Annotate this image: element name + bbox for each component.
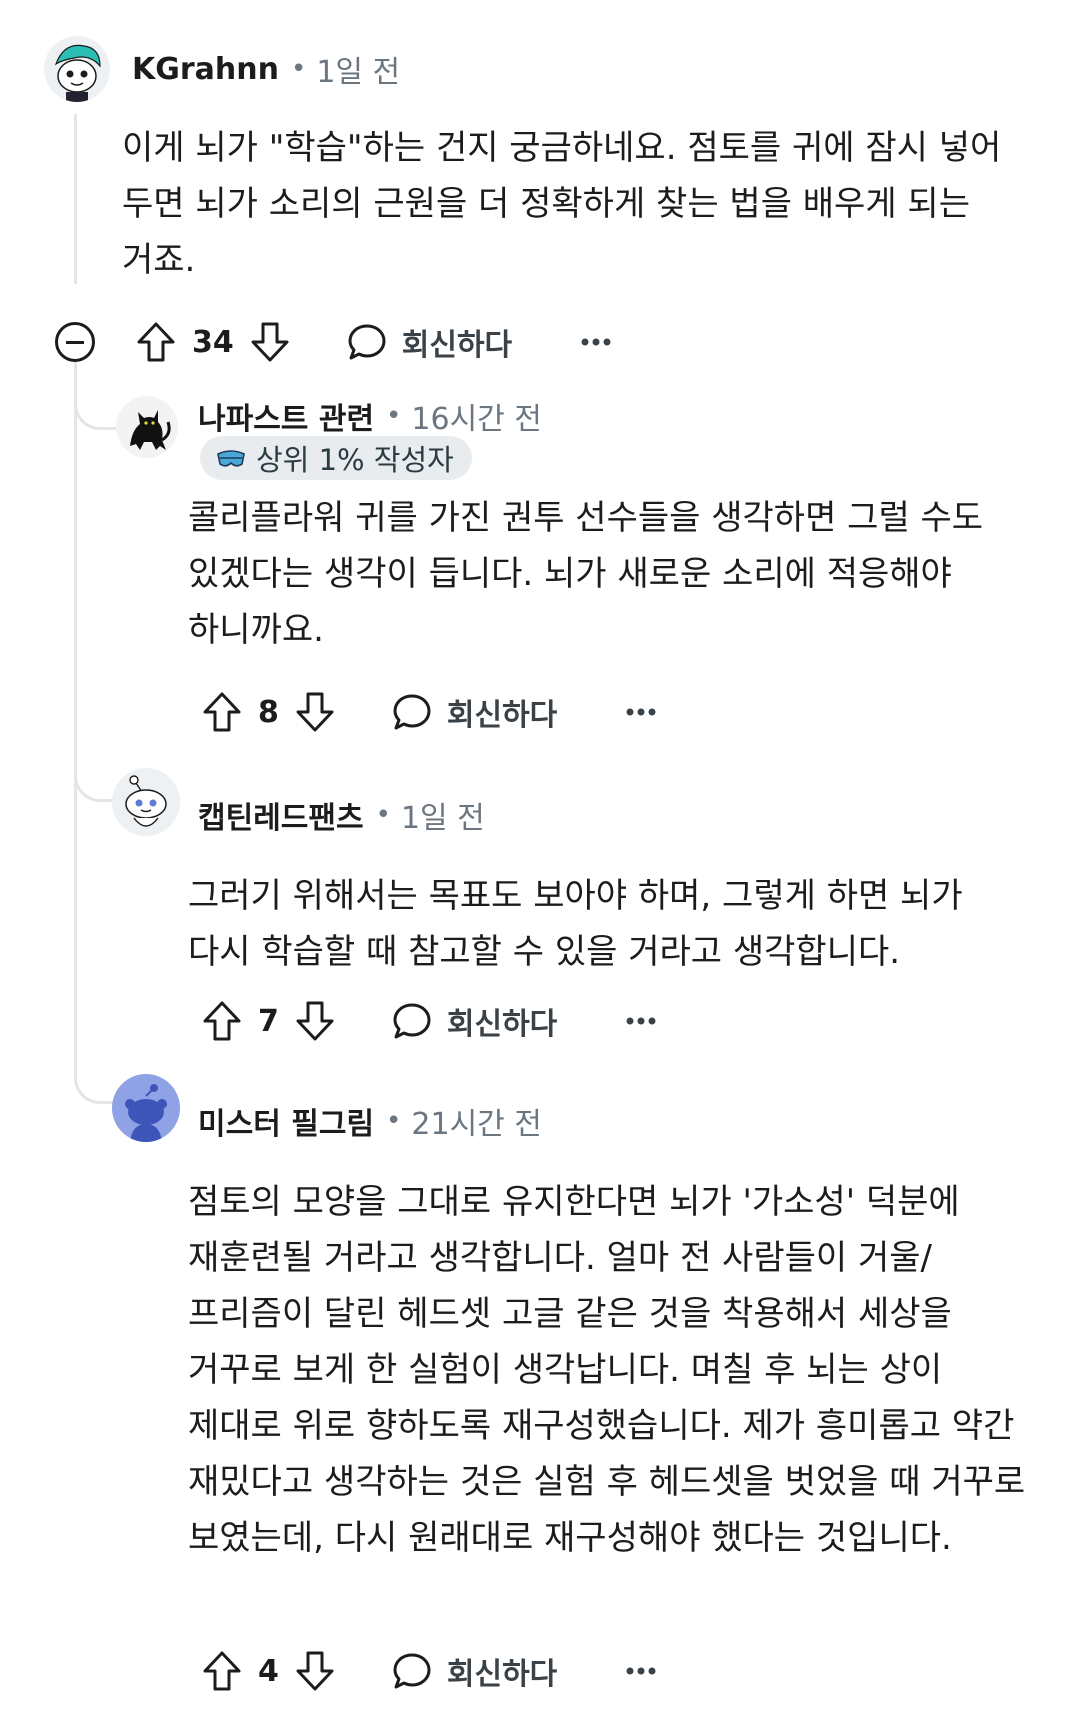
comment-bubble-icon xyxy=(393,1653,431,1689)
more-options-icon[interactable] xyxy=(619,1649,663,1693)
reply-button[interactable]: 회신하다 xyxy=(391,999,557,1043)
black-cat-icon xyxy=(130,410,171,450)
upvote-arrow-icon[interactable] xyxy=(200,690,244,734)
username[interactable]: 나파스트 관련 xyxy=(198,394,374,438)
comment-body: 그러기 위해서는 목표도 보아야 하며, 그렇게 하면 뇌가 다시 학습할 때 … xyxy=(188,876,963,972)
comment-actions: 4 회신하다 xyxy=(200,1646,663,1696)
comment-meta: 캡틴레드팬츠 • 1일 전 xyxy=(198,792,485,838)
upvote-arrow-icon[interactable] xyxy=(200,1649,244,1693)
thread-line-replies xyxy=(74,342,77,1072)
comment-actions: 8 회신하다 xyxy=(200,687,663,737)
comment-actions: 34 회신하다 xyxy=(134,317,618,367)
reply-label: 회신하다 xyxy=(446,698,558,733)
comment-body: 콜리플라워 귀를 가진 권투 선수들을 생각하면 그럴 수도 있겠다는 생각이 … xyxy=(188,498,984,650)
reply-label: 회신하다 xyxy=(446,1007,558,1042)
goggles-icon xyxy=(217,450,245,467)
more-options-icon[interactable] xyxy=(574,320,618,364)
comment-meta: 미스터 필그림 • 21시간 전 xyxy=(198,1098,542,1144)
timestamp: 1일 전 xyxy=(400,801,485,836)
user-avatar[interactable] xyxy=(112,1074,180,1142)
thread-connector-3 xyxy=(74,1040,116,1104)
reply-button[interactable]: 회신하다 xyxy=(391,1649,557,1693)
thread-line-main xyxy=(74,114,77,284)
downvote-arrow-icon[interactable] xyxy=(293,690,337,734)
separator-dot: • xyxy=(386,1106,402,1136)
collapse-thread-button[interactable] xyxy=(55,322,95,362)
timestamp: 16시간 전 xyxy=(411,402,542,437)
upvote-arrow-icon[interactable] xyxy=(134,320,178,364)
vote-count: 8 xyxy=(258,694,279,730)
user-avatar[interactable] xyxy=(44,36,110,102)
reply-button[interactable]: 회신하다 xyxy=(346,320,512,364)
upvote-arrow-icon[interactable] xyxy=(200,999,244,1043)
comment-bubble-icon xyxy=(348,324,386,360)
top-contributor-badge: 상위 1% 작성자 xyxy=(200,436,472,480)
comment-meta: KGrahnn • 1일 전 xyxy=(132,46,400,92)
badge-label: 상위 1% 작성자 xyxy=(256,443,454,477)
more-options-icon[interactable] xyxy=(619,690,663,734)
comment-actions: 7 회신하다 xyxy=(200,996,663,1046)
comment-body: 이게 뇌가 "학습"하는 건지 궁금하네요. 점토를 귀에 잠시 넣어 두면 뇌… xyxy=(122,128,1002,280)
comment-body: 점토의 모양을 그대로 유지한다면 뇌가 '가소성' 덕분에 재훈련될 거라고 … xyxy=(188,1182,1026,1558)
more-options-icon[interactable] xyxy=(619,999,663,1043)
thread-connector-1 xyxy=(74,366,116,430)
separator-dot: • xyxy=(386,401,402,431)
vote-count: 34 xyxy=(192,324,234,360)
timestamp: 1일 전 xyxy=(316,55,401,90)
snoo-avatar-icon xyxy=(125,775,167,827)
username[interactable]: 미스터 필그림 xyxy=(198,1099,374,1143)
timestamp: 21시간 전 xyxy=(411,1107,542,1142)
username[interactable]: KGrahnn xyxy=(132,52,279,87)
downvote-arrow-icon[interactable] xyxy=(248,320,292,364)
user-avatar[interactable] xyxy=(112,768,180,836)
downvote-arrow-icon[interactable] xyxy=(293,1649,337,1693)
reply-button[interactable]: 회신하다 xyxy=(391,690,557,734)
snoo-avatar-icon xyxy=(54,44,101,102)
separator-dot: • xyxy=(375,800,391,830)
thread-connector-2 xyxy=(74,740,116,802)
minus-icon xyxy=(66,340,84,344)
vote-count: 7 xyxy=(258,1003,279,1039)
downvote-arrow-icon[interactable] xyxy=(293,999,337,1043)
reply-label: 회신하다 xyxy=(446,1657,558,1692)
username[interactable]: 캡틴레드팬츠 xyxy=(198,793,364,837)
default-snoo-icon xyxy=(125,1084,167,1142)
reply-label: 회신하다 xyxy=(401,328,513,363)
vote-count: 4 xyxy=(258,1653,279,1689)
user-avatar[interactable] xyxy=(116,396,178,458)
comment-bubble-icon xyxy=(393,1003,431,1039)
comment-bubble-icon xyxy=(393,694,431,730)
comment-meta: 나파스트 관련 • 16시간 전 xyxy=(198,394,542,438)
separator-dot: • xyxy=(290,54,307,84)
